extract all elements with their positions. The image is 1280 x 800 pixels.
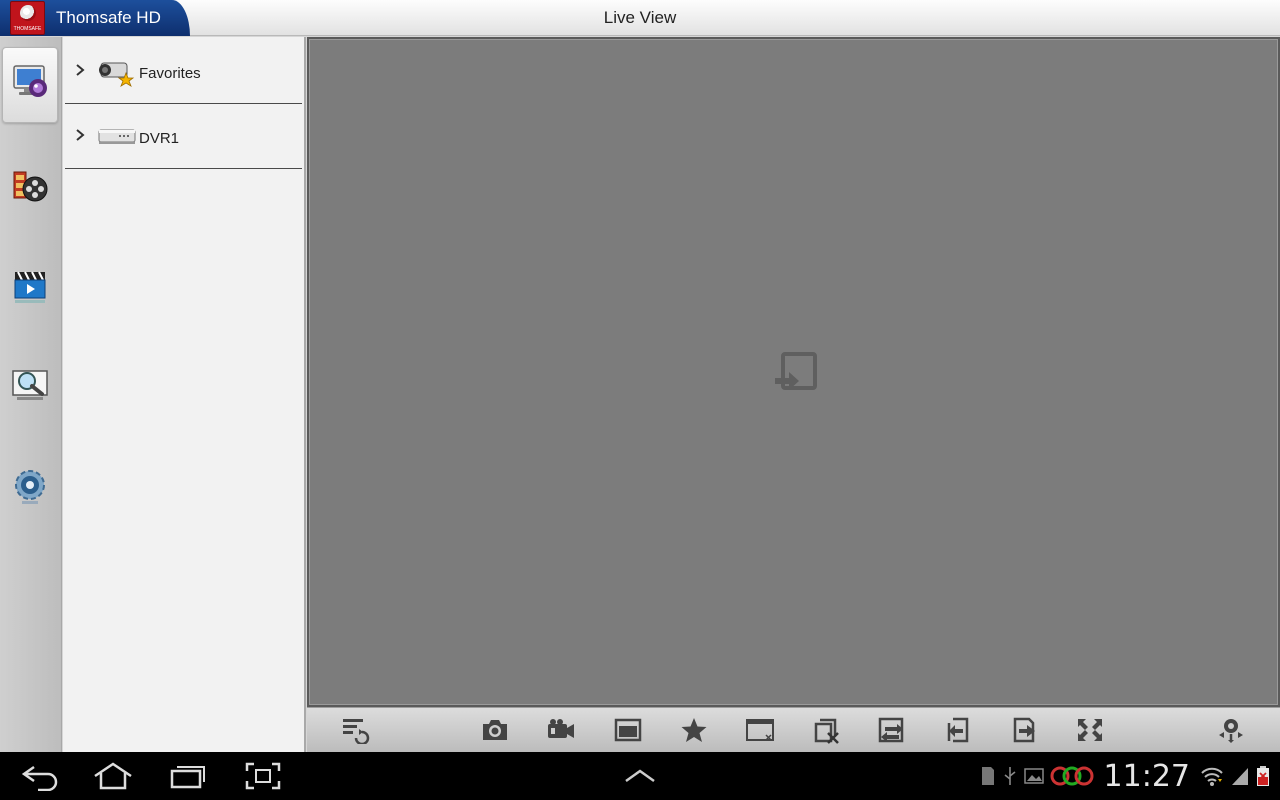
expand-up-icon	[625, 769, 655, 783]
ptz-control-icon	[1219, 719, 1243, 743]
live-view-monitor-icon	[13, 65, 47, 97]
page-title: Live View	[603, 8, 677, 27]
record-video-icon	[548, 719, 574, 738]
app-notification-icon	[1050, 766, 1094, 786]
next-page-icon	[1013, 717, 1035, 743]
playback-film-reel-icon	[13, 171, 48, 202]
home-icon	[94, 762, 132, 790]
nav-local-video-button[interactable]	[2, 249, 58, 325]
nav-image-search-button[interactable]	[2, 348, 58, 424]
gallery-icon	[614, 718, 642, 742]
fullscreen-button[interactable]	[1074, 715, 1106, 745]
app-window: THOMSAFE Thomsafe HD Live View Favorites…	[0, 0, 1280, 752]
tree-item-label: Favorites	[139, 65, 201, 82]
previous-page-icon	[947, 717, 969, 743]
screenshot-button[interactable]	[244, 760, 282, 792]
nav-playback-button[interactable]	[2, 149, 58, 225]
wifi-icon	[1201, 767, 1223, 786]
gallery-notification-icon	[1023, 768, 1044, 784]
snapshot-camera-icon	[483, 720, 507, 740]
previous-page-button[interactable]	[942, 715, 974, 745]
recent-apps-button[interactable]	[168, 760, 208, 792]
favorite-star-icon	[681, 718, 707, 742]
android-system-bar: 11:27	[0, 752, 1280, 800]
expand-up-button[interactable]	[620, 760, 660, 792]
live-view-toolbar	[307, 707, 1280, 752]
close-window-icon	[746, 719, 774, 741]
usb-icon	[1004, 767, 1016, 785]
sd-card-icon	[981, 767, 994, 785]
channel-list-button[interactable]	[339, 715, 371, 745]
favorite-button[interactable]	[678, 715, 710, 745]
close-window-button[interactable]	[744, 715, 776, 745]
fullscreen-icon	[1078, 719, 1102, 741]
chevron-right-icon	[76, 129, 85, 141]
nav-settings-button[interactable]	[2, 448, 58, 524]
back-icon	[21, 765, 58, 791]
nav-live-view-button[interactable]	[2, 47, 58, 123]
home-button[interactable]	[92, 760, 134, 792]
stop-all-icon	[814, 718, 839, 744]
battery-icon	[1257, 766, 1269, 786]
settings-gear-icon	[15, 470, 45, 504]
clock: 11:27	[1103, 758, 1190, 794]
live-view-window[interactable]	[307, 37, 1280, 707]
recent-apps-icon	[170, 766, 205, 789]
device-tree-panel: Favorites DVR1	[63, 37, 306, 752]
favorite-camera-icon	[99, 62, 135, 87]
image-search-icon	[12, 370, 48, 400]
stop-all-button[interactable]	[810, 715, 842, 745]
side-nav-rail	[0, 37, 62, 752]
tree-item-dvr1[interactable]: DVR1	[65, 104, 302, 169]
signal-icon	[1232, 768, 1248, 785]
title-bar: THOMSAFE Thomsafe HD Live View	[0, 0, 1280, 36]
channel-list-icon	[343, 719, 370, 744]
back-button[interactable]	[20, 760, 60, 792]
local-video-clapper-icon	[14, 271, 46, 303]
record-button[interactable]	[545, 715, 577, 745]
snapshot-button[interactable]	[479, 715, 511, 745]
switch-stream-button[interactable]	[876, 715, 908, 745]
chevron-right-icon	[76, 64, 85, 76]
add-channel-icon[interactable]	[771, 350, 821, 396]
next-page-button[interactable]	[1008, 715, 1040, 745]
gallery-button[interactable]	[612, 715, 644, 745]
switch-stream-icon	[878, 717, 904, 743]
ptz-control-button[interactable]	[1215, 715, 1247, 745]
screenshot-icon	[245, 762, 281, 790]
tree-item-favorites[interactable]: Favorites	[65, 39, 302, 104]
tree-item-label: DVR1	[139, 130, 180, 147]
status-area: 11:27	[980, 758, 1270, 794]
dvr-device-icon	[98, 129, 136, 144]
